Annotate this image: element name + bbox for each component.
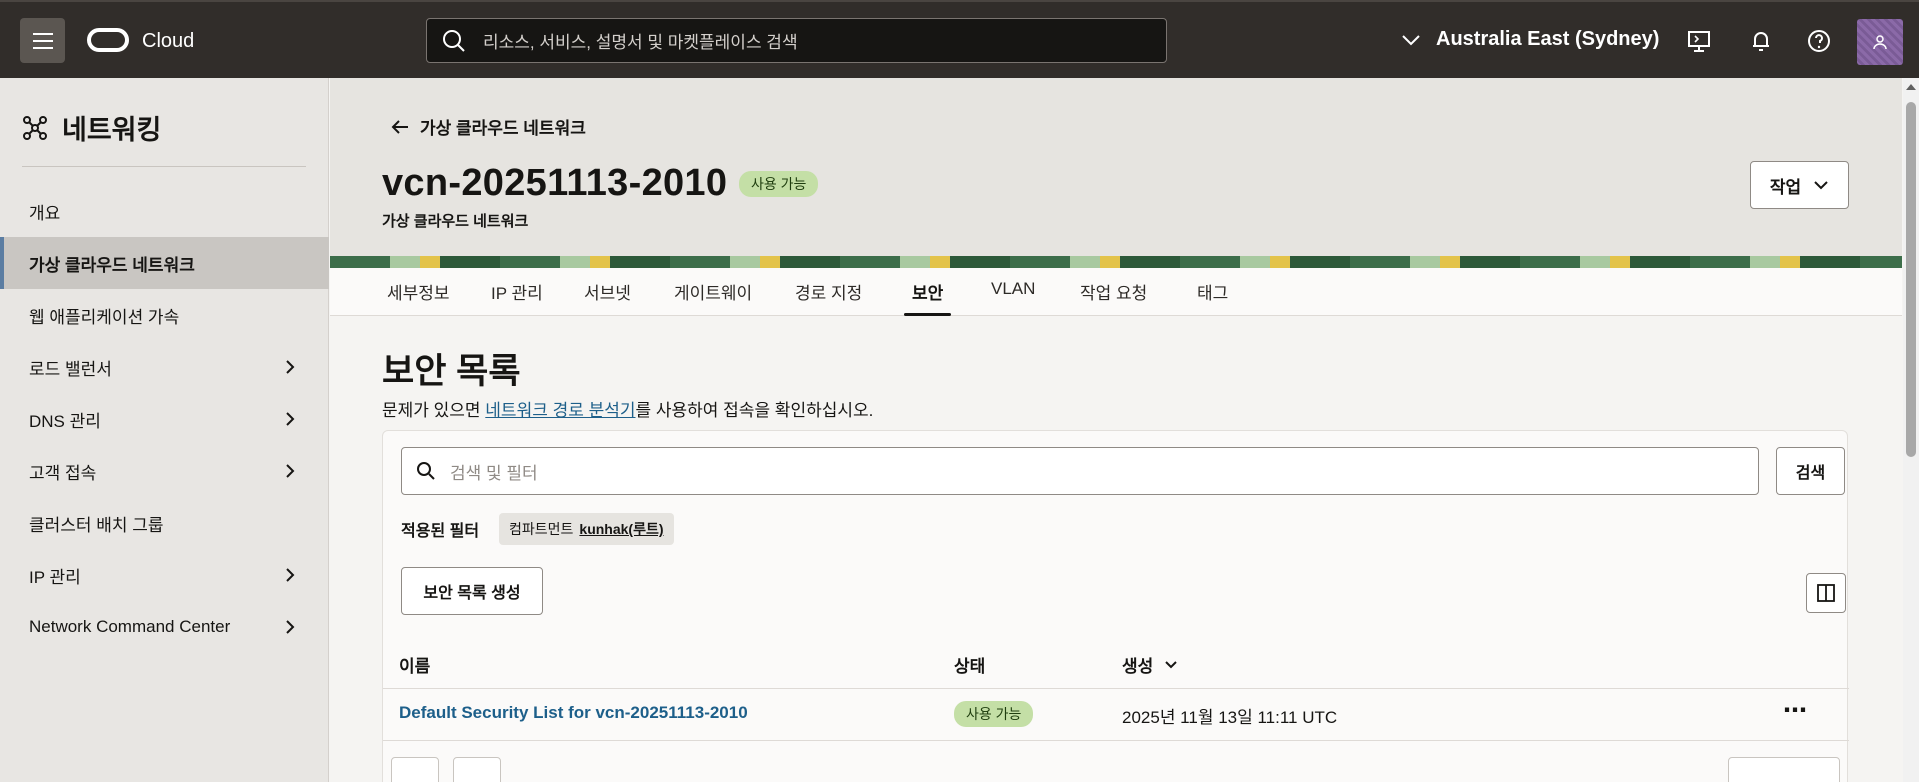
actions-button[interactable]: 작업 — [1750, 161, 1849, 209]
sidebar-item-vcn[interactable]: 가상 클라우드 네트워크 — [0, 237, 329, 289]
tab-details[interactable]: 세부정보 — [387, 279, 450, 304]
sidebar-title: 네트워킹 — [22, 108, 161, 147]
sidebar-item-customer-connectivity[interactable]: 고객 접속 — [0, 445, 329, 497]
chevron-right-icon — [286, 412, 295, 426]
compartment-filter-chip[interactable]: 컴파트먼트 kunhak(루트) — [499, 513, 674, 545]
search-icon — [417, 462, 435, 480]
search-filter-placeholder: 검색 및 필터 — [450, 463, 538, 483]
sidebar-item-overview[interactable]: 개요 — [0, 185, 329, 237]
tab-security[interactable]: 보안 — [903, 279, 952, 316]
top-bar: Cloud 리소스, 서비스, 설명서 및 마켓플레이스 검색 Australi… — [0, 0, 1919, 78]
chevron-right-icon — [286, 464, 295, 478]
sidebar: 네트워킹 개요 가상 클라우드 네트워크 웹 애플리케이션 가속 로드 밸런서 … — [0, 78, 329, 782]
sidebar-item-cluster-placement-groups[interactable]: 클러스터 배치 그룹 — [0, 497, 329, 549]
tab-bar: 세부정보 IP 관리 서브넷 게이트웨이 경로 지정 보안 VLAN 작업 요청… — [330, 268, 1902, 316]
chevron-down-icon — [1402, 34, 1420, 45]
search-placeholder: 리소스, 서비스, 설명서 및 마켓플레이스 검색 — [483, 33, 798, 52]
more-actions-icon[interactable]: ⋯ — [1783, 699, 1808, 723]
tab-gateways[interactable]: 게이트웨이 — [674, 279, 752, 304]
create-security-list-button[interactable]: 보안 목록 생성 — [401, 567, 543, 615]
chevron-right-icon — [286, 568, 295, 582]
section-title: 보안 목록 — [382, 352, 521, 391]
arrow-left-icon — [391, 119, 408, 134]
page-scrollbar[interactable] — [1903, 78, 1919, 782]
global-search-input[interactable]: 리소스, 서비스, 설명서 및 마켓플레이스 검색 — [426, 18, 1167, 63]
tab-routing[interactable]: 경로 지정 — [795, 279, 862, 304]
column-created[interactable]: 생성 — [1122, 652, 1179, 677]
chevron-down-icon — [1165, 660, 1177, 668]
sidebar-item-web-app-acceleration[interactable]: 웹 애플리케이션 가속 — [0, 289, 329, 341]
row-created-date: 2025년 11월 13일 11:11 UTC — [1122, 708, 1338, 727]
main-content: 가상 클라우드 네트워크 vcn-20251113-2010 사용 가능 가상 … — [330, 78, 1902, 782]
page-size-select[interactable] — [1728, 757, 1840, 782]
bell-icon[interactable] — [1748, 28, 1774, 54]
split-panel-icon — [1817, 584, 1835, 602]
status-badge: 사용 가능 — [739, 171, 819, 197]
pagination-next-button[interactable] — [453, 757, 501, 782]
tab-work-requests[interactable]: 작업 요청 — [1080, 279, 1147, 304]
networking-icon — [23, 115, 47, 140]
user-avatar[interactable] — [1857, 19, 1903, 65]
region-label: Australia East (Sydney) — [1436, 28, 1660, 50]
column-name[interactable]: 이름 — [399, 652, 430, 677]
sidebar-item-ip-management[interactable]: IP 관리 — [0, 549, 329, 601]
row-status-badge: 사용 가능 — [954, 701, 1034, 727]
page-title: vcn-20251113-2010 — [382, 162, 728, 204]
scrollbar-thumb[interactable] — [1906, 102, 1916, 457]
table-header: 이름 상태 생성 — [383, 639, 1849, 689]
search-button[interactable]: 검색 — [1776, 447, 1845, 495]
column-status[interactable]: 상태 — [954, 652, 985, 677]
section-description: 문제가 있으면 네트워크 경로 분석기를 사용하여 접속을 확인하십시오. — [382, 401, 874, 420]
region-selector[interactable]: Australia East (Sydney) — [1400, 28, 1659, 51]
sidebar-nav: 개요 가상 클라우드 네트워크 웹 애플리케이션 가속 로드 밸런서 DNS 관… — [0, 185, 329, 653]
search-icon — [443, 29, 465, 52]
network-path-analyzer-link[interactable]: 네트워크 경로 분석기 — [485, 401, 635, 420]
column-panel-button[interactable] — [1806, 573, 1846, 613]
table-row: Default Security List for vcn-20251113-2… — [383, 689, 1849, 741]
cloud-shell-icon[interactable] — [1686, 28, 1712, 54]
chevron-right-icon — [286, 620, 295, 634]
pagination-prev-button[interactable] — [391, 757, 439, 782]
sidebar-title-label: 네트워킹 — [62, 115, 162, 145]
sidebar-item-dns[interactable]: DNS 관리 — [0, 393, 329, 445]
oracle-logo[interactable] — [87, 28, 129, 52]
sidebar-item-load-balancer[interactable]: 로드 밸런서 — [0, 341, 329, 393]
page-subtitle: 가상 클라우드 네트워크 — [382, 213, 529, 230]
search-filter-input[interactable]: 검색 및 필터 — [401, 447, 1759, 495]
scroll-up-arrow[interactable] — [1906, 84, 1916, 90]
security-list-name-link[interactable]: Default Security List for vcn-20251113-2… — [399, 703, 748, 723]
help-icon[interactable] — [1806, 28, 1832, 54]
decorative-banner — [330, 256, 1902, 268]
applied-filters-label: 적용된 필터 — [401, 523, 480, 540]
sidebar-divider — [22, 166, 306, 167]
sidebar-item-network-command-center[interactable]: Network Command Center — [0, 601, 329, 653]
back-link[interactable]: 가상 클라우드 네트워크 — [390, 114, 586, 139]
chevron-right-icon — [286, 360, 295, 374]
hamburger-menu-icon[interactable] — [20, 18, 65, 63]
page-header: 가상 클라우드 네트워크 vcn-20251113-2010 사용 가능 가상 … — [330, 78, 1902, 256]
security-list-panel: 검색 및 필터 검색 적용된 필터 컴파트먼트 kunhak(루트) 보안 목록… — [382, 430, 1849, 782]
tab-tags[interactable]: 태그 — [1197, 279, 1228, 304]
tab-vlan[interactable]: VLAN — [991, 279, 1035, 299]
tab-subnets[interactable]: 서브넷 — [584, 279, 631, 304]
user-icon — [1873, 35, 1887, 50]
brand-name[interactable]: Cloud — [142, 30, 194, 53]
tab-ip-management[interactable]: IP 관리 — [491, 279, 543, 304]
chevron-down-icon — [1814, 181, 1828, 190]
